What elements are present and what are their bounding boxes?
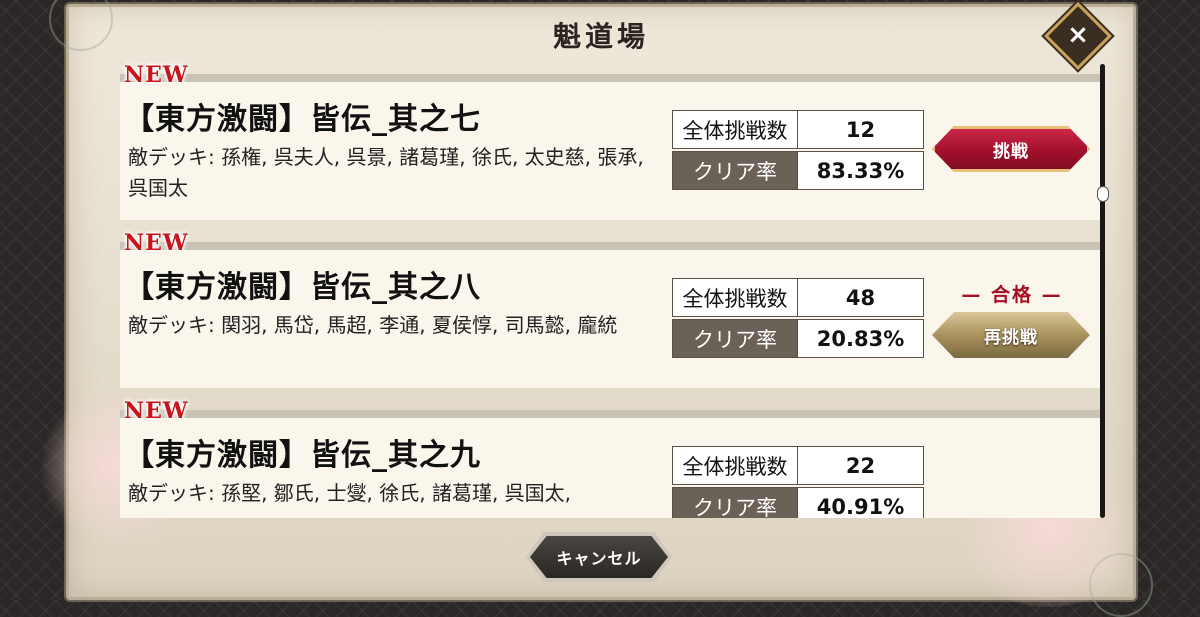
- challenge-count-row: 全体挑戦数 12: [672, 110, 924, 149]
- clear-rate-row: クリア率 20.83%: [672, 319, 924, 358]
- list-scrollbar[interactable]: [1097, 64, 1109, 518]
- card-title: 【東方激闘】皆伝_其之七: [124, 102, 481, 137]
- enemy-deck-text: 敵デッキ: 関羽, 馬岱, 馬超, 李通, 夏侯惇, 司馬懿, 龐統: [128, 313, 618, 337]
- new-badge: NEW: [124, 398, 189, 424]
- retry-button[interactable]: 再挑戦: [932, 312, 1090, 358]
- stats-table: 全体挑戦数 22 クリア率 40.91%: [672, 446, 924, 518]
- card-title: 【東方激闘】皆伝_其之八: [124, 270, 481, 305]
- clear-rate-label: クリア率: [673, 152, 798, 189]
- challenge-button[interactable]: 挑戦: [932, 126, 1090, 172]
- challenge-card: NEW 【東方激闘】皆伝_其之七 敵デッキ: 孫権, 呉夫人, 呉景, 諸葛瑾,…: [120, 60, 1100, 222]
- challenge-count-label: 全体挑戦数: [673, 447, 798, 484]
- clear-rate-value: 40.91%: [816, 494, 905, 519]
- new-badge: NEW: [124, 230, 189, 256]
- cancel-button[interactable]: キャンセル: [530, 536, 668, 578]
- clear-rate-value: 83.33%: [816, 158, 905, 183]
- challenge-list[interactable]: NEW 【東方激闘】皆伝_其之七 敵デッキ: 孫権, 呉夫人, 呉景, 諸葛瑾,…: [120, 60, 1100, 518]
- clear-rate-label: クリア率: [673, 320, 798, 357]
- stats-table: 全体挑戦数 12 クリア率 83.33%: [672, 110, 924, 192]
- stats-table: 全体挑戦数 48 クリア率 20.83%: [672, 278, 924, 360]
- challenge-count-row: 全体挑戦数 48: [672, 278, 924, 317]
- clear-rate-value: 20.83%: [816, 326, 905, 351]
- enemy-deck-text: 敵デッキ: 孫権, 呉夫人, 呉景, 諸葛瑾, 徐氏, 太史慈, 張承, 呉国太: [128, 145, 644, 200]
- challenge-card: NEW 【東方激闘】皆伝_其之八 敵デッキ: 関羽, 馬岱, 馬超, 李通, 夏…: [120, 228, 1100, 390]
- new-badge: NEW: [124, 62, 189, 88]
- passed-label: — 合格 —: [961, 284, 1063, 306]
- clear-rate-row: クリア率 83.33%: [672, 151, 924, 190]
- challenge-count-value: 48: [845, 285, 876, 310]
- challenge-card: NEW 【東方激闘】皆伝_其之九 敵デッキ: 孫堅, 鄒氏, 士燮, 徐氏, 諸…: [120, 396, 1100, 518]
- challenge-count-value: 22: [845, 453, 876, 478]
- challenge-count-label: 全体挑戦数: [673, 111, 798, 148]
- scrollbar-thumb[interactable]: [1097, 186, 1109, 202]
- challenge-count-value: 12: [845, 117, 876, 142]
- challenge-count-label: 全体挑戦数: [673, 279, 798, 316]
- challenge-count-row: 全体挑戦数 22: [672, 446, 924, 485]
- clear-rate-row: クリア率 40.91%: [672, 487, 924, 518]
- card-title: 【東方激闘】皆伝_其之九: [124, 438, 481, 473]
- enemy-deck-text: 敵デッキ: 孫堅, 鄒氏, 士燮, 徐氏, 諸葛瑾, 呉国太,: [128, 481, 572, 505]
- clear-rate-label: クリア率: [673, 488, 798, 518]
- dialog-title: 魁道場: [552, 20, 649, 53]
- close-icon: ×: [1067, 20, 1089, 50]
